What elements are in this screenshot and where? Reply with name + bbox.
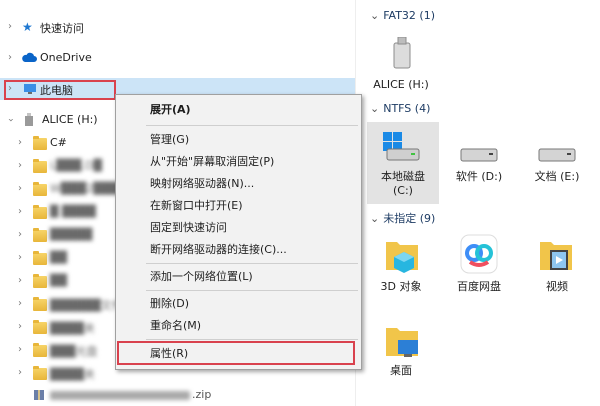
menu-item-add-network-location[interactable]: 添加一个网络位置(L) bbox=[116, 266, 361, 288]
highlight-box-this-pc bbox=[4, 80, 116, 100]
nav-folder-label: ███光盘 bbox=[50, 345, 98, 358]
chevron-down-icon[interactable]: ⌄ bbox=[370, 9, 379, 22]
drive-tile-alice[interactable]: ALICE (H:) bbox=[368, 34, 434, 96]
nav-folder-label: C# bbox=[50, 136, 67, 149]
desktop-folder-icon bbox=[384, 322, 420, 363]
chevron-right-icon[interactable]: › bbox=[15, 228, 25, 242]
nav-folder-label: ██ bbox=[50, 274, 67, 287]
tile-label: 本地磁盘 (C:) bbox=[381, 170, 425, 197]
3d-objects-folder-icon bbox=[384, 236, 420, 277]
folder-icon bbox=[33, 343, 47, 357]
group-title: FAT32 (1) bbox=[383, 9, 436, 22]
menu-item-pin-quick-access[interactable]: 固定到快速访问 bbox=[116, 217, 361, 239]
menu-separator bbox=[146, 125, 358, 126]
group-title: 未指定 (9) bbox=[383, 212, 436, 225]
chevron-down-icon[interactable]: ⌄ bbox=[370, 102, 379, 115]
menu-item-delete[interactable]: 删除(D) bbox=[116, 293, 361, 315]
tile-label: 百度网盘 bbox=[457, 280, 501, 293]
nav-folder-label: ████夹 bbox=[50, 368, 95, 381]
nav-label-quick-access: 快速访问 bbox=[40, 22, 84, 35]
menu-separator bbox=[146, 290, 358, 291]
chevron-right-icon[interactable]: › bbox=[15, 343, 25, 357]
tile-label: 软件 (D:) bbox=[455, 170, 503, 183]
group-header-fat32[interactable]: ⌄ FAT32 (1) bbox=[370, 9, 435, 25]
baidu-netdisk-icon bbox=[460, 234, 498, 277]
nav-folder-label: ██████文件 bbox=[50, 299, 123, 312]
nav-file-row[interactable]: .zip bbox=[0, 384, 355, 406]
chevron-down-icon[interactable]: › bbox=[3, 115, 17, 125]
chevron-down-icon[interactable]: ⌄ bbox=[370, 212, 379, 225]
chevron-right-icon[interactable]: › bbox=[5, 51, 15, 65]
folder-icon bbox=[33, 228, 47, 242]
menu-separator bbox=[146, 339, 358, 340]
chevron-right-icon[interactable]: › bbox=[15, 274, 25, 288]
nav-folder-label: ████夹 bbox=[50, 322, 95, 335]
chevron-right-icon[interactable]: › bbox=[15, 320, 25, 334]
folder-icon bbox=[33, 205, 47, 219]
folder-tile-3d-objects[interactable]: 3D 对象 bbox=[368, 232, 434, 298]
tile-label: 3D 对象 bbox=[380, 280, 422, 293]
chevron-right-icon[interactable]: › bbox=[15, 297, 25, 311]
chevron-right-icon[interactable]: › bbox=[15, 251, 25, 265]
menu-item-expand[interactable]: 展开(A) bbox=[116, 99, 361, 121]
content-pane: ⌄ FAT32 (1) ALICE (H:) ⌄ NTFS (4) 本地磁盘 (C:… bbox=[355, 0, 600, 406]
folder-icon bbox=[33, 366, 47, 380]
chevron-right-icon[interactable]: › bbox=[15, 136, 25, 150]
chevron-right-icon[interactable]: › bbox=[15, 159, 25, 173]
drive-tile-c[interactable]: 本地磁盘 (C:) bbox=[367, 122, 439, 204]
group-title: NTFS (4) bbox=[383, 102, 431, 115]
usb-drive-icon bbox=[24, 113, 38, 126]
tile-label: ALICE (H:) bbox=[373, 78, 429, 91]
tile-label: 桌面 bbox=[390, 364, 412, 377]
folder-icon bbox=[33, 297, 47, 311]
tile-label: 视频 bbox=[546, 280, 568, 293]
menu-item-open-new-window[interactable]: 在新窗口中打开(E) bbox=[116, 195, 361, 217]
nav-folder-label: █████ bbox=[50, 228, 93, 241]
folder-icon bbox=[33, 274, 47, 288]
nav-label-alice-drive: ALICE (H:) bbox=[42, 113, 98, 126]
folder-icon bbox=[33, 159, 47, 173]
context-menu: 展开(A) 管理(G) 从"开始"屏幕取消固定(P) 映射网络驱动器(N)...… bbox=[115, 94, 362, 370]
chevron-right-icon[interactable]: › bbox=[15, 182, 25, 196]
cloud-icon bbox=[21, 52, 37, 64]
menu-item-disconnect-drive[interactable]: 断开网络驱动器的连接(C)... bbox=[116, 239, 361, 261]
nav-folder-label: W███2███ bbox=[50, 182, 119, 195]
chevron-right-icon[interactable]: › bbox=[15, 366, 25, 380]
group-header-ntfs[interactable]: ⌄ NTFS (4) bbox=[370, 102, 430, 118]
hard-drive-icon bbox=[460, 148, 498, 165]
drive-tile-e[interactable]: 文档 (E:) bbox=[524, 122, 590, 204]
chevron-right-icon[interactable]: › bbox=[5, 20, 15, 34]
windows-drive-icon bbox=[383, 132, 421, 165]
folder-icon bbox=[33, 182, 47, 196]
nav-label-onedrive: OneDrive bbox=[40, 51, 92, 64]
usb-drive-icon bbox=[392, 36, 412, 72]
drive-tile-d[interactable]: 软件 (D:) bbox=[446, 122, 512, 204]
nav-folder-label: ██ bbox=[50, 251, 67, 264]
video-folder-icon bbox=[538, 236, 574, 277]
tile-label: 文档 (E:) bbox=[534, 170, 580, 183]
menu-item-manage[interactable]: 管理(G) bbox=[116, 129, 361, 151]
star-icon: ★ bbox=[22, 20, 33, 34]
menu-item-rename[interactable]: 重命名(M) bbox=[116, 315, 361, 337]
folder-tile-desktop[interactable]: 桌面 bbox=[368, 318, 434, 384]
menu-item-map-drive[interactable]: 映射网络驱动器(N)... bbox=[116, 173, 361, 195]
folder-tile-baidu[interactable]: 百度网盘 bbox=[446, 232, 512, 298]
group-header-unassigned[interactable]: ⌄ 未指定 (9) bbox=[370, 210, 435, 226]
folder-icon bbox=[33, 320, 47, 334]
folder-icon bbox=[33, 136, 47, 150]
nav-item-onedrive[interactable]: › OneDrive bbox=[0, 47, 355, 69]
hard-drive-icon bbox=[538, 148, 576, 165]
folder-icon bbox=[33, 251, 47, 265]
nav-item-quick-access[interactable]: › ★ 快速访问 bbox=[0, 16, 355, 38]
menu-separator bbox=[146, 263, 358, 264]
blurred-filename bbox=[50, 391, 190, 400]
chevron-right-icon[interactable]: › bbox=[15, 205, 25, 219]
zip-extension-label: .zip bbox=[192, 388, 212, 401]
menu-item-unpin-start[interactable]: 从"开始"屏幕取消固定(P) bbox=[116, 151, 361, 173]
zip-file-icon bbox=[33, 389, 47, 401]
folder-tile-videos[interactable]: 视频 bbox=[524, 232, 590, 298]
nav-folder-label: L███.D█ bbox=[50, 159, 102, 172]
highlight-box-properties bbox=[117, 341, 355, 365]
nav-folder-label: █ ████ bbox=[50, 205, 96, 218]
